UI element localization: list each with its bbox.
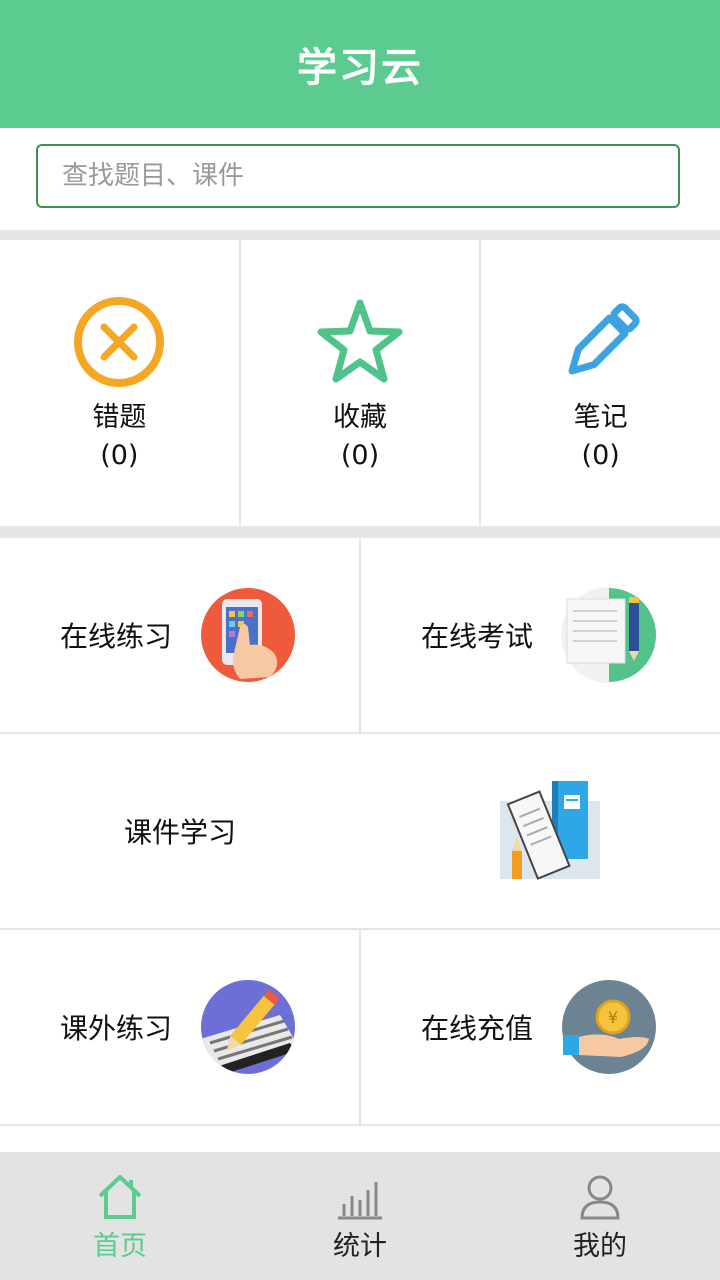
wrong-x-icon (72, 295, 166, 389)
search-input[interactable] (38, 161, 678, 191)
star-icon (313, 295, 407, 389)
phone-hand-icon (200, 587, 296, 683)
online-exam-button[interactable]: 在线考试 (361, 538, 720, 732)
favorites-button[interactable]: 收藏 (0) (241, 240, 482, 526)
pencil-paper-icon (200, 979, 296, 1075)
online-practice-button[interactable]: 在线练习 (0, 538, 361, 732)
page-title: 学习云 (297, 45, 423, 91)
notes-button[interactable]: 笔记 (0) (481, 240, 720, 526)
exam-paper-icon (561, 587, 657, 683)
tab-label: 首页 (93, 1231, 147, 1262)
book-clipboard-icon (500, 781, 600, 881)
wrong-questions-button[interactable]: 错题 (0) (0, 240, 241, 526)
pencil-icon (554, 295, 648, 389)
stat-label: 收藏 (333, 402, 387, 433)
search-box[interactable] (36, 144, 680, 208)
bottom-tab-bar: 首页 统计 我的 (0, 1152, 720, 1280)
tab-home[interactable]: 首页 (0, 1152, 240, 1280)
feature-label: 在线练习 (60, 620, 173, 653)
stat-count: (0) (581, 440, 620, 471)
stat-count: (0) (340, 440, 380, 471)
extra-practice-button[interactable]: 课外练习 (0, 930, 361, 1124)
home-icon (96, 1174, 144, 1220)
search-area (0, 128, 720, 230)
tab-label: 统计 (333, 1231, 387, 1262)
feature-label: 课外练习 (60, 1012, 173, 1045)
stat-label: 错题 (92, 402, 147, 433)
user-icon (576, 1174, 624, 1220)
courseware-study-button[interactable]: 课件学习 (0, 734, 720, 928)
stat-count: (0) (100, 440, 139, 471)
tab-label: 我的 (573, 1231, 627, 1262)
online-recharge-button[interactable]: 在线充值 ¥ (361, 930, 720, 1124)
bar-chart-icon (336, 1174, 384, 1220)
app-header: 学习云 (0, 0, 720, 128)
feature-grid: 在线练习 在线考试 课件学习 课外练习 在线充值 ¥ (0, 538, 720, 1126)
feature-label: 在线考试 (421, 620, 534, 653)
stats-row: 错题 (0) 收藏 (0) 笔记 (0) (0, 240, 720, 526)
section-divider (0, 526, 720, 538)
stat-label: 笔记 (573, 402, 628, 433)
section-divider (0, 230, 720, 240)
feature-label: 课件学习 (124, 816, 237, 849)
feature-label: 在线充值 (421, 1012, 534, 1045)
svg-text:¥: ¥ (608, 1008, 618, 1027)
tab-statistics[interactable]: 统计 (240, 1152, 480, 1280)
coin-hand-icon: ¥ (561, 979, 657, 1075)
tab-profile[interactable]: 我的 (480, 1152, 720, 1280)
